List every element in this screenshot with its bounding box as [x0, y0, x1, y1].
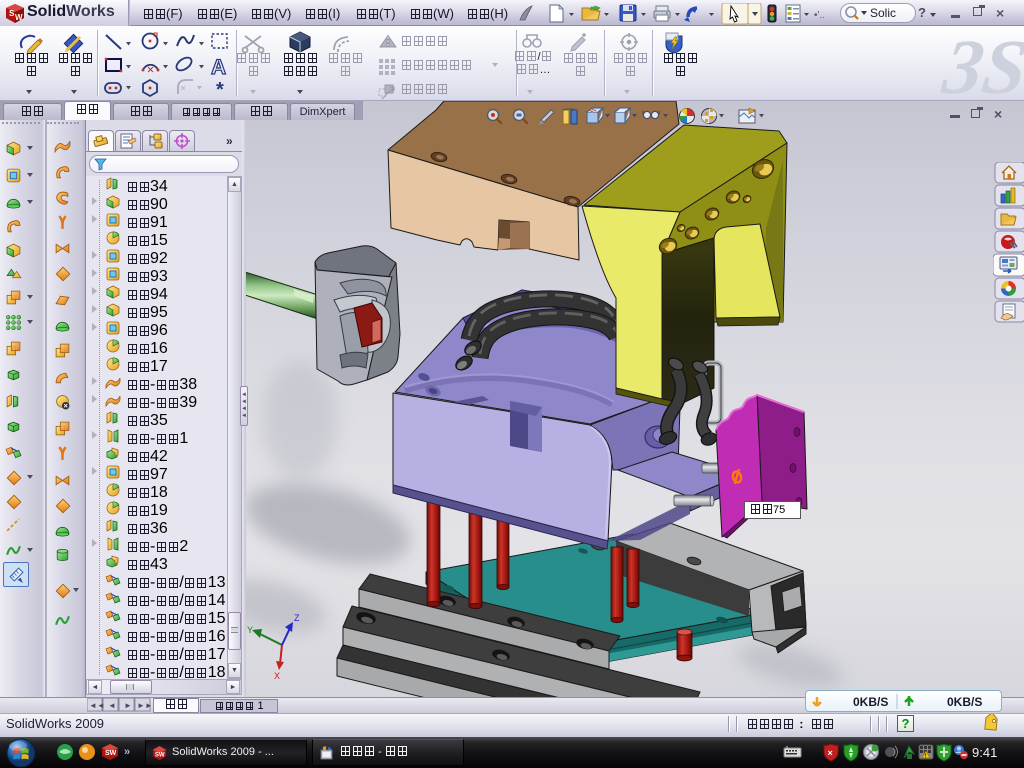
svg-text:◄: ◄ — [108, 701, 116, 710]
svg-text:X: X — [274, 671, 280, 681]
svg-text:•'..: •'.. — [814, 10, 825, 21]
svg-text:◄◄: ◄◄ — [89, 701, 105, 710]
svg-text:×: × — [828, 748, 833, 758]
svg-text:0KB/S: 0KB/S — [947, 695, 982, 709]
svg-text:►►: ►► — [137, 701, 151, 710]
svg-text:[]: [] — [786, 745, 788, 750]
svg-text:»: » — [124, 746, 130, 758]
svg-text:0KB/S: 0KB/S — [853, 695, 888, 709]
svg-text:►: ► — [124, 701, 132, 710]
svg-text:Y: Y — [247, 625, 253, 635]
svg-text:W: W — [15, 13, 23, 22]
svg-text:SW: SW — [155, 751, 165, 758]
svg-text:*: * — [216, 79, 224, 101]
svg-text:A: A — [211, 56, 226, 79]
svg-text:Z: Z — [294, 613, 300, 623]
svg-text:SW: SW — [105, 750, 117, 757]
